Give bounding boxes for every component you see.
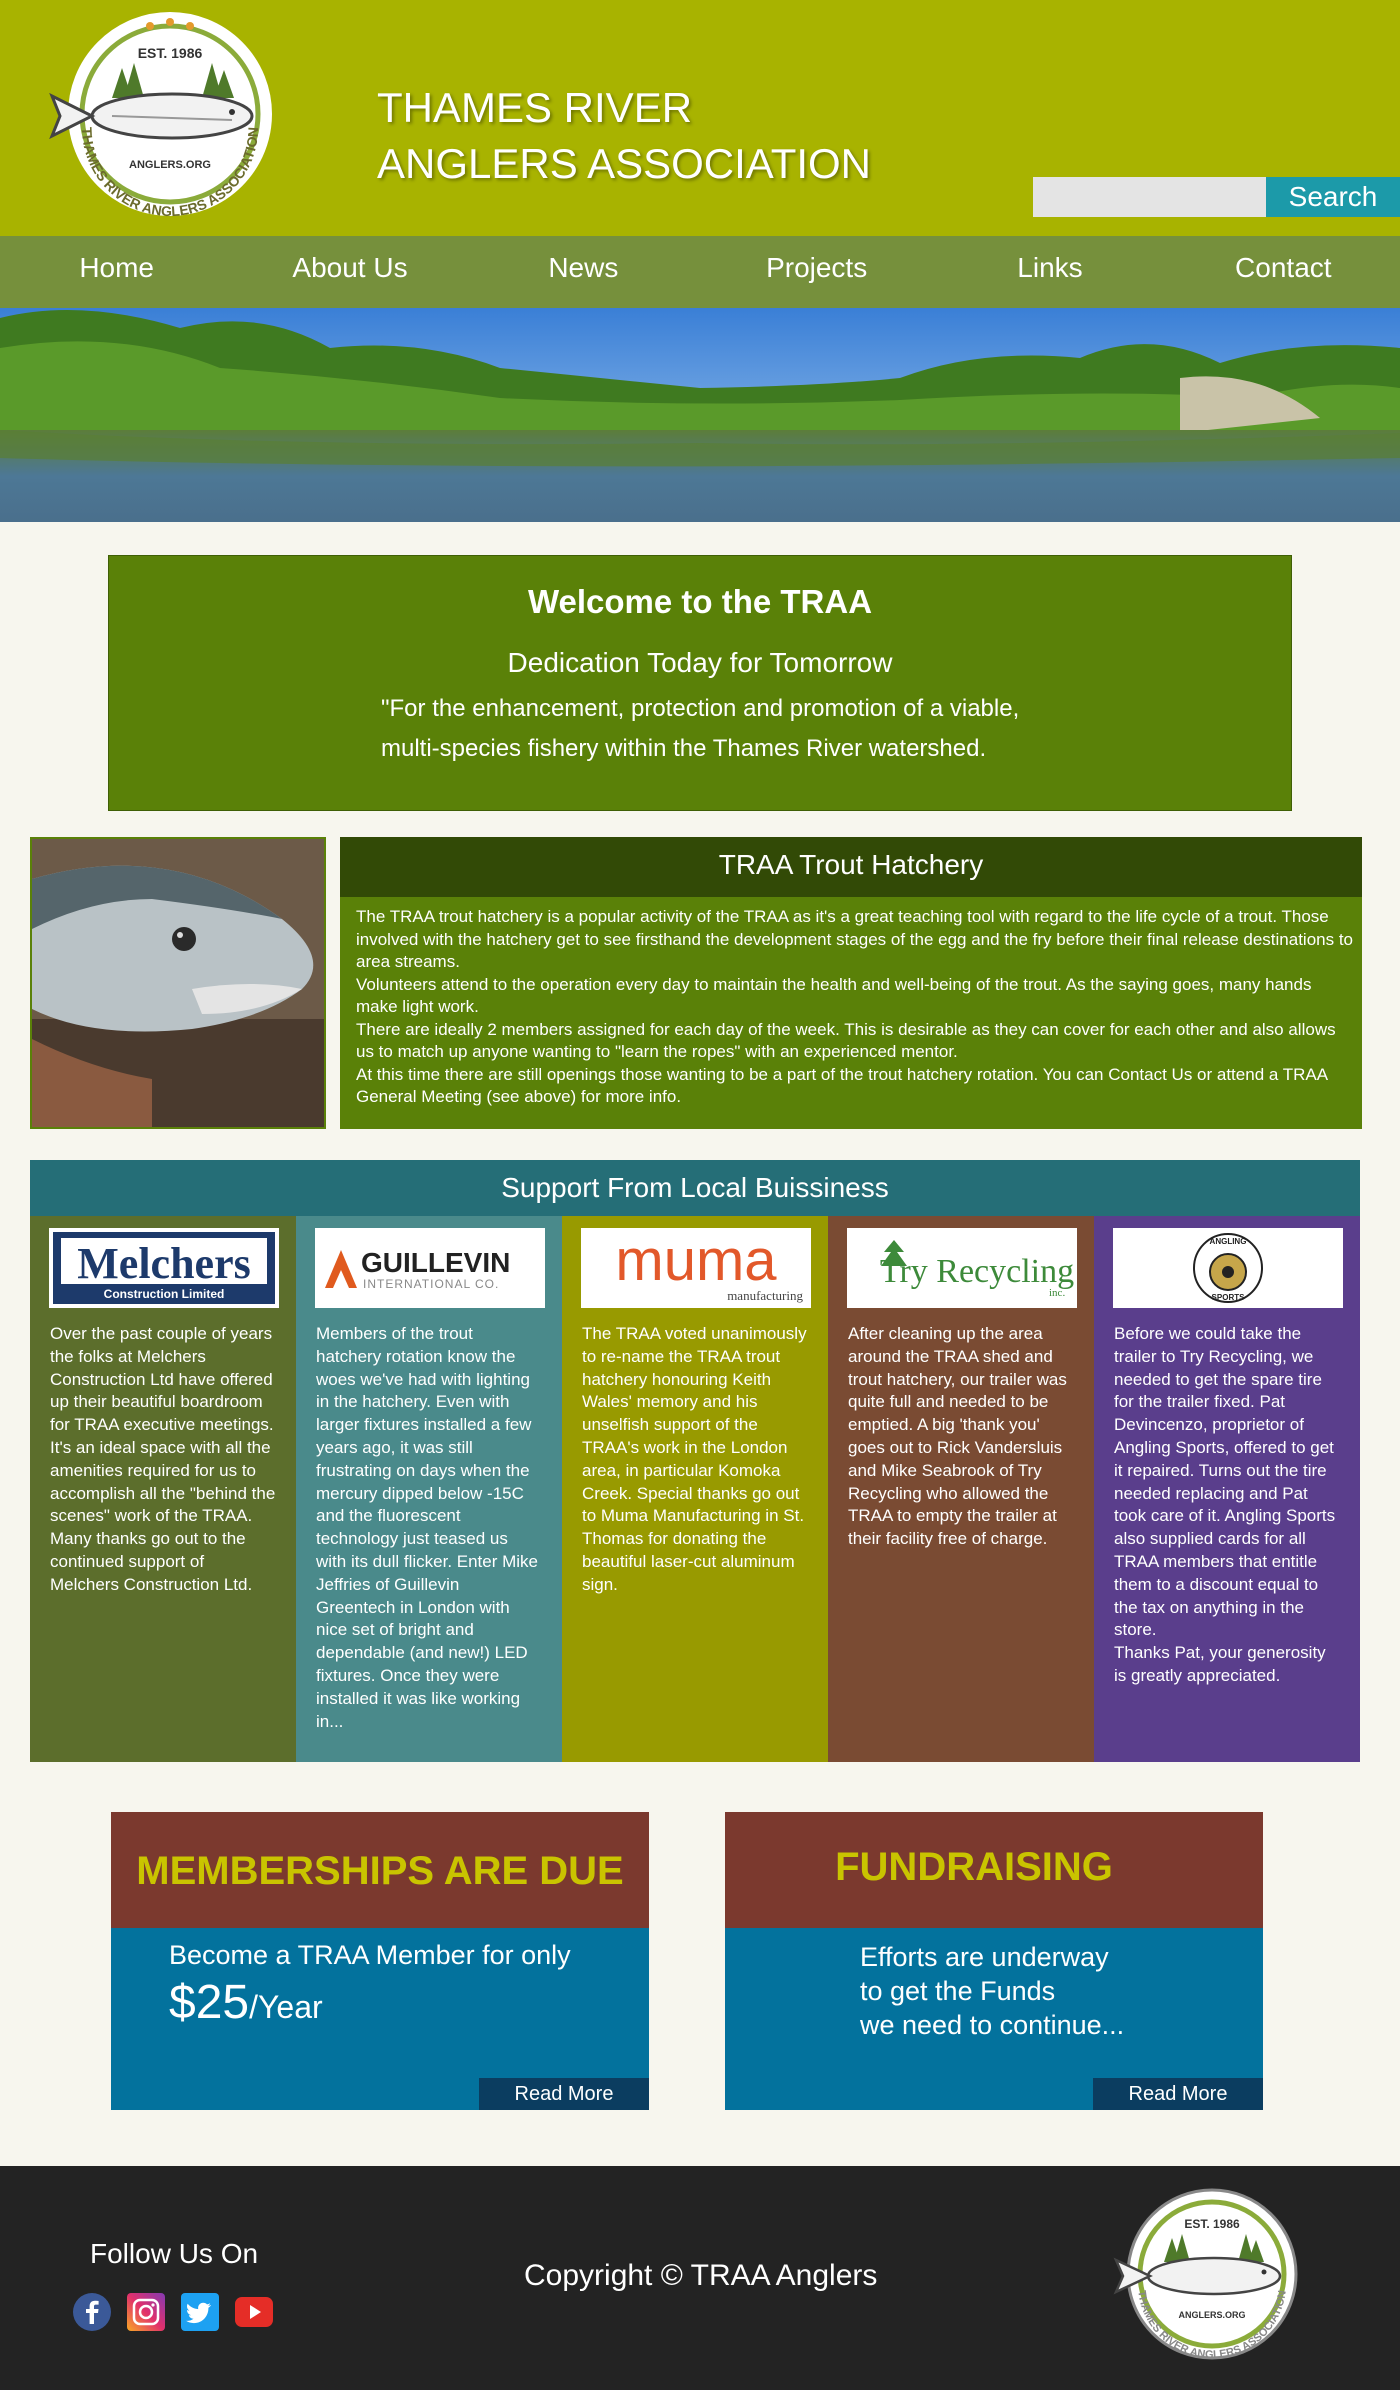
welcome-quote-line2: multi-species fishery within the Thames … <box>381 735 987 762</box>
support-section: Support From Local Buissiness Melchers C… <box>30 1160 1360 1762</box>
support-card-try-recycling: Try Recycling inc. After cleaning up the… <box>828 1216 1094 1762</box>
try-recycling-logo[interactable]: Try Recycling inc. <box>847 1228 1077 1308</box>
fundraising-line: we need to continue... <box>860 2010 1125 2040</box>
svg-text:inc.: inc. <box>1049 1287 1065 1299</box>
traa-logo[interactable]: EST. 1986 ANGLERS.ORG THAMES RIVER ANGLE… <box>42 8 298 238</box>
river-banner-image <box>0 308 1400 522</box>
membership-line: Become a TRAA Member for only <box>169 1940 571 1970</box>
svg-text:INTERNATIONAL CO.: INTERNATIONAL CO. <box>363 1277 499 1291</box>
site-footer: Follow Us On Copyright © TRAA Anglers ES… <box>0 2166 1400 2390</box>
youtube-icon[interactable] <box>234 2292 274 2332</box>
welcome-box: Welcome to the TRAA Dedication Today for… <box>108 555 1292 811</box>
support-card-text: Before we could take the trailer to Try … <box>1114 1324 1336 1640</box>
welcome-subtitle: Dedication Today for Tomorrow <box>507 647 893 678</box>
social-links <box>72 2292 274 2332</box>
fundraising-promo: FUNDRAISING Efforts are underway to get … <box>725 1812 1263 2110</box>
site-title-line1: THAMES RIVER <box>377 84 693 131</box>
nav-about-us[interactable]: About Us <box>233 236 466 308</box>
svg-text:Melchers: Melchers <box>77 1239 250 1288</box>
svg-text:manufacturing: manufacturing <box>727 1288 803 1303</box>
hatchery-box: TRAA Trout Hatchery The TRAA trout hatch… <box>340 837 1362 1129</box>
hatchery-paragraph: The TRAA trout hatchery is a popular act… <box>356 907 1354 971</box>
svg-text:ANGLING: ANGLING <box>1210 1237 1247 1246</box>
instagram-icon[interactable] <box>126 2292 166 2332</box>
main-nav: Home About Us News Projects Links Contac… <box>0 236 1400 308</box>
nav-news[interactable]: News <box>467 236 700 308</box>
svg-text:GUILLEVIN: GUILLEVIN <box>361 1247 510 1278</box>
hatchery-paragraph: There are ideally 2 members assigned for… <box>356 1019 1336 1062</box>
welcome-quote-line1: "For the enhancement, protection and pro… <box>381 695 1020 722</box>
muma-logo[interactable]: muma manufacturing <box>581 1228 811 1308</box>
membership-body: Become a TRAA Member for only $25/Year <box>111 1928 649 2030</box>
svg-text:ANGLERS.ORG: ANGLERS.ORG <box>129 159 211 171</box>
fundraising-line: to get the Funds <box>860 1976 1056 2006</box>
svg-text:ANGLERS.ORG: ANGLERS.ORG <box>1178 2310 1245 2320</box>
follow-us-label: Follow Us On <box>90 2238 259 2269</box>
fundraising-body: Efforts are underway to get the Funds we… <box>725 1928 1263 2042</box>
support-card-text: After cleaning up the area around the TR… <box>848 1324 1067 1549</box>
site-header: EST. 1986 ANGLERS.ORG THAMES RIVER ANGLE… <box>0 0 1400 236</box>
membership-price: $25 <box>169 1976 250 2029</box>
footer-traa-logo[interactable]: EST. 1986 ANGLERS.ORG THAMES RIVER ANGLE… <box>1108 2188 1316 2374</box>
fundraising-line: Efforts are underway <box>860 1942 1109 1972</box>
fundraising-read-more-button[interactable]: Read More <box>1093 2078 1263 2110</box>
nav-projects[interactable]: Projects <box>700 236 933 308</box>
membership-price-row: $25/Year <box>169 1975 649 2030</box>
search-button[interactable]: Search <box>1266 177 1400 217</box>
support-card-guillevin: GUILLEVIN INTERNATIONAL CO. Members of t… <box>296 1216 562 1762</box>
svg-text:muma: muma <box>615 1230 777 1293</box>
membership-per: /Year <box>249 1989 323 2025</box>
nav-links[interactable]: Links <box>933 236 1166 308</box>
svg-text:SPORTS: SPORTS <box>1212 1293 1246 1302</box>
support-columns: Melchers Construction Limited Over the p… <box>30 1216 1360 1762</box>
welcome-title: Welcome to the TRAA <box>527 583 873 620</box>
angling-sports-logo[interactable]: ANGLING SPORTS <box>1113 1228 1343 1308</box>
membership-read-more-button[interactable]: Read More <box>479 2078 649 2110</box>
site-title-line2: ANGLERS ASSOCIATION <box>377 140 872 187</box>
twitter-icon[interactable] <box>180 2292 220 2332</box>
support-card-text-thanks: Thanks Pat, your generosity is greatly a… <box>1114 1643 1326 1685</box>
support-title: Support From Local Buissiness <box>30 1160 1360 1216</box>
support-card-text: Over the past couple of years the folks … <box>50 1324 276 1594</box>
melchers-logo[interactable]: Melchers Construction Limited <box>49 1228 279 1308</box>
site-title: THAMES RIVER ANGLERS ASSOCIATION <box>377 80 871 192</box>
support-card-angling-sports: ANGLING SPORTS Before we could take the … <box>1094 1216 1360 1762</box>
hatchery-paragraph: Volunteers attend to the operation every… <box>356 974 1312 1017</box>
svg-text:Try Recycling: Try Recycling <box>880 1253 1074 1290</box>
facebook-icon[interactable] <box>72 2292 112 2332</box>
fundraising-heading: FUNDRAISING <box>725 1812 1263 1928</box>
hatchery-title: TRAA Trout Hatchery <box>340 837 1362 897</box>
svg-text:Construction Limited: Construction Limited <box>104 1287 225 1301</box>
support-card-muma: muma manufacturing The TRAA voted unanim… <box>562 1216 828 1762</box>
support-card-text: Members of the trout hatchery rotation k… <box>316 1324 539 1731</box>
support-card-text: The TRAA voted unanimously to re-name th… <box>582 1324 807 1594</box>
svg-text:EST. 1986: EST. 1986 <box>1184 2217 1240 2231</box>
svg-text:EST. 1986: EST. 1986 <box>138 45 203 61</box>
nav-home[interactable]: Home <box>0 236 233 308</box>
membership-heading: MEMBERSHIPS ARE DUE <box>111 1812 649 1928</box>
membership-promo: MEMBERSHIPS ARE DUE Become a TRAA Member… <box>111 1812 649 2110</box>
trout-photo <box>30 837 326 1129</box>
nav-contact[interactable]: Contact <box>1167 236 1400 308</box>
hatchery-text: The TRAA trout hatchery is a popular act… <box>340 897 1362 1109</box>
hatchery-paragraph: At this time there are still openings th… <box>356 1064 1328 1107</box>
welcome-quote: "For the enhancement, protection and pro… <box>381 689 1081 769</box>
guillevin-logo[interactable]: GUILLEVIN INTERNATIONAL CO. <box>315 1228 545 1308</box>
search-input[interactable] <box>1033 177 1266 217</box>
copyright-text: Copyright © TRAA Anglers <box>524 2259 878 2292</box>
support-card-melchers: Melchers Construction Limited Over the p… <box>30 1216 296 1762</box>
